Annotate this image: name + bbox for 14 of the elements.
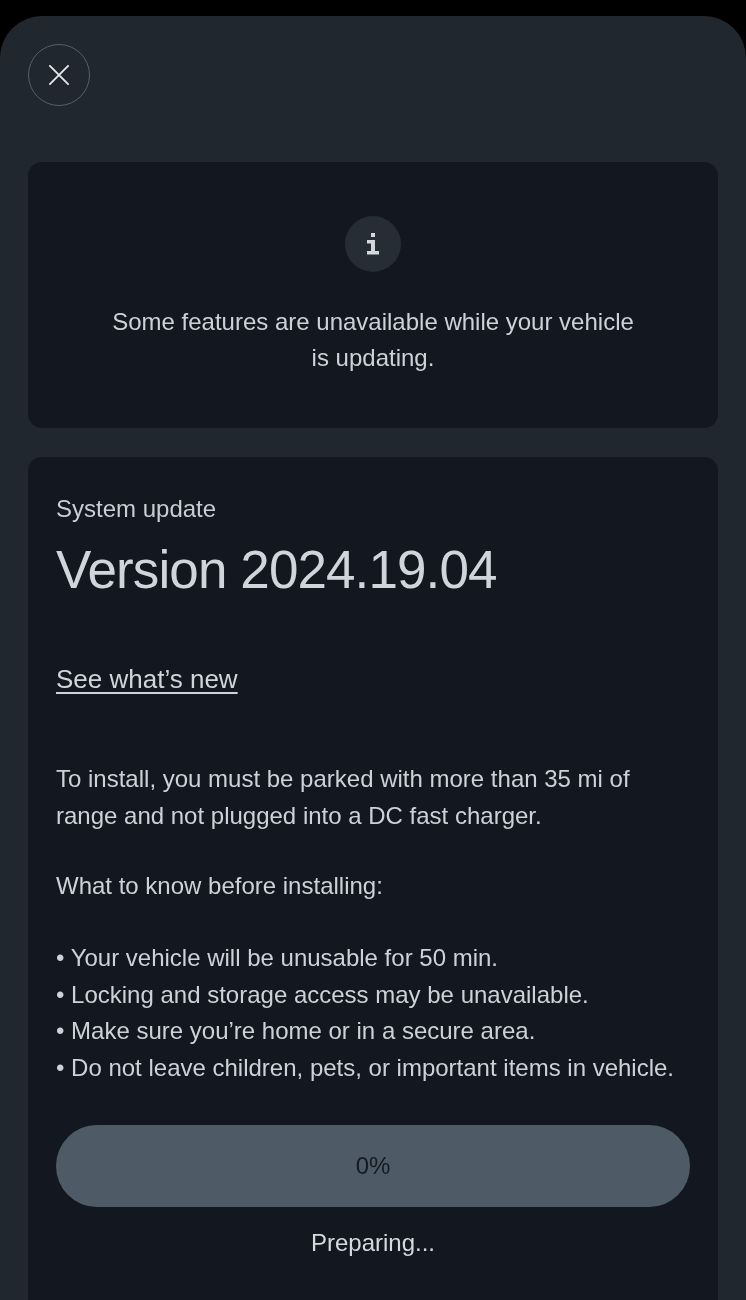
- notice-message: Some features are unavailable while your vehicle is updating.: [111, 307, 635, 373]
- version-title: Version 2024.19.04: [56, 539, 498, 601]
- checklist-item: • Do not leave children, pets, or important items in vehicle.: [56, 1053, 676, 1084]
- install-requirement: To install, you must be parked with more than 35 mi of range and not plugged into a DC fast charger.: [56, 764, 631, 831]
- checklist-item: • Your vehicle will be unusable for 50 min.: [56, 943, 499, 973]
- progress-reading: 0%: [355, 1151, 391, 1180]
- checklist-item: • Make sure you’re home or in a secure area.: [56, 1016, 537, 1047]
- status-text: Preparing...: [309, 1227, 437, 1258]
- info-icon: [345, 216, 401, 272]
- update-label: System update: [56, 494, 218, 524]
- checklist-title: What to know before installing:: [56, 871, 384, 901]
- checklist-item: • Locking and storage access may be unavailable.: [56, 979, 590, 1010]
- close-icon: [49, 65, 69, 85]
- whats-new-link[interactable]: See what’s new: [56, 661, 238, 697]
